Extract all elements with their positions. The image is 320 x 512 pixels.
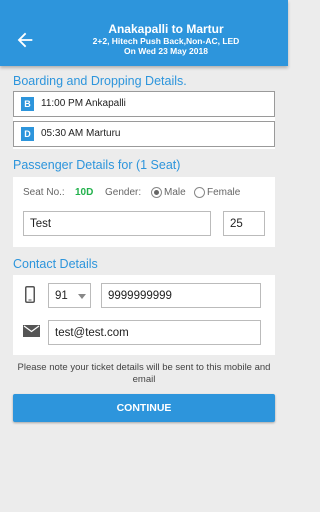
female-label[interactable]: Female (207, 187, 240, 198)
email-input[interactable]: test@test.com (48, 320, 261, 345)
seat-label: Seat No.: (23, 187, 65, 198)
mobile-number-input[interactable]: 9999999999 (101, 283, 261, 308)
email-icon (23, 325, 40, 337)
continue-button[interactable]: CONTINUE (13, 394, 275, 422)
country-code-value: 91 (55, 290, 68, 302)
route-title: Anakapalli to Martur (108, 22, 224, 36)
dropdown-arrow-icon (78, 294, 86, 299)
boarding-section-title: Boarding and Dropping Details. (13, 74, 187, 88)
gender-label: Gender: (105, 187, 142, 198)
female-radio[interactable] (194, 187, 205, 198)
phone-icon (25, 286, 35, 303)
back-arrow-icon[interactable] (14, 29, 36, 51)
passenger-age-input[interactable]: 25 (223, 211, 265, 236)
contact-card: 91 9999999999 test@test.com (13, 275, 275, 355)
seat-number: 10D (75, 187, 94, 198)
journey-date: On Wed 23 May 2018 (124, 46, 208, 56)
dropping-point-row[interactable]: D 05:30 AM Marturu (13, 121, 275, 147)
country-code-select[interactable]: 91 (48, 283, 91, 308)
passenger-name-input[interactable]: Test (23, 211, 211, 236)
boarding-card: B 11:00 PM Ankapalli D 05:30 AM Marturu (13, 91, 275, 149)
passenger-card: Seat No.: 10D Gender: Male Female Test 2… (13, 177, 275, 247)
boarding-point-row[interactable]: B 11:00 PM Ankapalli (13, 91, 275, 117)
bus-info: 2+2, Hitech Push Back,Non-AC, LED (92, 36, 240, 46)
app-bar: Anakapalli to Martur 2+2, Hitech Push Ba… (0, 0, 288, 66)
male-label[interactable]: Male (164, 187, 186, 198)
dropping-point-text: 05:30 AM Marturu (41, 128, 121, 139)
header-text: Anakapalli to Martur 2+2, Hitech Push Ba… (50, 22, 282, 56)
boarding-tag: B (21, 97, 34, 111)
ticket-delivery-note: Please note your ticket details will be … (17, 362, 271, 385)
male-radio[interactable] (151, 187, 162, 198)
passenger-section-title: Passenger Details for (1 Seat) (13, 158, 181, 172)
contact-section-title: Contact Details (13, 257, 98, 271)
dropping-tag: D (21, 127, 34, 141)
boarding-point-text: 11:00 PM Ankapalli (41, 98, 126, 109)
